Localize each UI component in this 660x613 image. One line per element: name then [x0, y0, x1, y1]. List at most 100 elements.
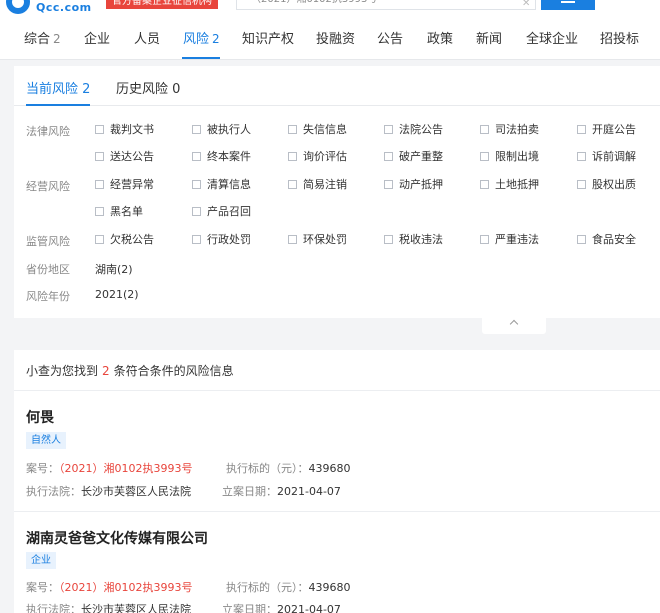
filter-option[interactable]: 黑名单 [95, 205, 143, 219]
checkbox[interactable] [384, 124, 393, 134]
case-number: 案号：（2021）湘0102执3993号 [26, 581, 193, 594]
checkbox[interactable] [577, 124, 586, 134]
checkbox[interactable] [480, 124, 489, 134]
clear-search-icon[interactable]: ✕ [522, 0, 530, 9]
filter-label-legal: 法律风险 [26, 125, 70, 138]
checkbox[interactable] [577, 234, 586, 244]
tab-news[interactable]: 新闻 [476, 28, 502, 47]
filter-option[interactable]: 土地抵押 [480, 178, 539, 192]
region-filter-value[interactable]: 湖南(2) [95, 261, 133, 277]
checkbox[interactable] [192, 206, 201, 216]
tab-policy[interactable]: 政策 [427, 28, 453, 47]
checkbox[interactable] [288, 124, 297, 134]
tab-history-risk[interactable]: 历史风险 0 [116, 78, 180, 97]
execution-amount: 执行标的（元）：439680 [226, 581, 351, 594]
tab-risk[interactable]: 风险 2 [183, 28, 220, 47]
case-number: 案号：（2021）湘0102执3993号 [26, 462, 193, 475]
checkbox[interactable] [95, 234, 104, 244]
official-badge: 官方备案企业征信机构 [106, 0, 218, 9]
collapse-filter-button[interactable] [482, 316, 546, 334]
search-button[interactable] [541, 0, 595, 10]
filter-option[interactable]: 限制出境 [480, 150, 539, 164]
checkbox[interactable] [192, 179, 201, 189]
active-tab-indicator [26, 104, 90, 106]
filing-date: 立案日期：2021-04-07 [222, 603, 341, 613]
checkbox[interactable] [288, 151, 297, 161]
tab-global-companies[interactable]: 全球企业 [526, 28, 578, 47]
result-type-tag: 企业 [26, 552, 56, 569]
tab-investment[interactable]: 投融资 [316, 28, 355, 47]
filter-option[interactable]: 裁判文书 [95, 123, 154, 137]
filter-option[interactable]: 诉前调解 [577, 150, 636, 164]
checkbox[interactable] [95, 179, 104, 189]
top-header: Qcc.com 官方备案企业征信机构 （2021）湘0102执3993号 ✕ [0, 0, 660, 14]
filter-option[interactable]: 行政处罚 [192, 233, 251, 247]
filter-option[interactable]: 送达公告 [95, 150, 154, 164]
execution-court: 执行法院：长沙市芙蓉区人民法院 [26, 485, 191, 498]
filter-option[interactable]: 动产抵押 [384, 178, 443, 192]
checkbox[interactable] [192, 151, 201, 161]
filter-panel: 当前风险 2 历史风险 0 法律风险 裁判文书 被执行人 失信信息 法院公告 司… [14, 66, 660, 318]
result-name[interactable]: 湖南灵爸爸文化传媒有限公司 [26, 528, 208, 548]
filter-label-regulatory: 监管风险 [26, 235, 70, 248]
logo-icon[interactable] [6, 0, 30, 14]
checkbox[interactable] [480, 179, 489, 189]
search-input[interactable]: （2021）湘0102执3993号 [236, 0, 536, 10]
tab-people[interactable]: 人员 [134, 28, 160, 47]
risk-tabs: 当前风险 2 历史风险 0 [14, 66, 660, 106]
active-tab-indicator [182, 57, 220, 59]
chevron-up-icon [509, 319, 519, 329]
checkbox[interactable] [480, 151, 489, 161]
filter-option[interactable]: 清算信息 [192, 178, 251, 192]
filter-option[interactable]: 被执行人 [192, 123, 251, 137]
execution-amount: 执行标的（元）：439680 [226, 462, 351, 475]
filter-option[interactable]: 法院公告 [384, 123, 443, 137]
checkbox[interactable] [192, 124, 201, 134]
category-nav: 综合 2 企业 人员 风险 2 知识产权 投融资 公告 政策 新闻 全球企业 招投标 [0, 14, 660, 60]
tab-bidding[interactable]: 招投标 [600, 28, 639, 47]
checkbox[interactable] [577, 179, 586, 189]
checkbox[interactable] [288, 234, 297, 244]
filter-option[interactable]: 经营异常 [95, 178, 154, 192]
checkbox[interactable] [384, 151, 393, 161]
filter-label-year: 风险年份 [26, 290, 70, 303]
tab-announcements[interactable]: 公告 [377, 28, 403, 47]
execution-court: 执行法院：长沙市芙蓉区人民法院 [26, 603, 191, 613]
filter-option[interactable]: 税收违法 [384, 233, 443, 247]
filter-option[interactable]: 产品召回 [192, 205, 251, 219]
filter-option[interactable]: 司法拍卖 [480, 123, 539, 137]
filing-date: 立案日期：2021-04-07 [222, 485, 341, 498]
checkbox[interactable] [480, 234, 489, 244]
tab-ip[interactable]: 知识产权 [242, 28, 294, 47]
tab-companies[interactable]: 企业 [84, 28, 110, 47]
checkbox[interactable] [95, 151, 104, 161]
checkbox[interactable] [577, 151, 586, 161]
result-card: 何畏 自然人 案号：（2021）湘0102执3993号 执行标的（元）：4396… [14, 391, 660, 511]
filter-option[interactable]: 股权出质 [577, 178, 636, 192]
checkbox[interactable] [95, 124, 104, 134]
filter-option[interactable]: 破产重整 [384, 150, 443, 164]
filter-option[interactable]: 欠税公告 [95, 233, 154, 247]
filter-option[interactable]: 询价评估 [288, 150, 347, 164]
logo-text[interactable]: Qcc.com [36, 1, 92, 14]
checkbox[interactable] [384, 179, 393, 189]
filter-option[interactable]: 严重违法 [480, 233, 539, 247]
checkbox[interactable] [384, 234, 393, 244]
filter-option[interactable]: 环保处罚 [288, 233, 347, 247]
filter-option[interactable]: 失信信息 [288, 123, 347, 137]
filter-option[interactable]: 终本案件 [192, 150, 251, 164]
result-card: 湖南灵爸爸文化传媒有限公司 企业 案号：（2021）湘0102执3993号 执行… [14, 512, 660, 613]
checkbox[interactable] [192, 234, 201, 244]
results-panel: 小查为您找到 2 条符合条件的风险信息 何畏 自然人 案号：（2021）湘0102执… [14, 350, 660, 613]
tab-current-risk[interactable]: 当前风险 2 [26, 78, 90, 97]
result-type-tag: 自然人 [26, 432, 66, 449]
result-name[interactable]: 何畏 [26, 407, 54, 427]
filter-option[interactable]: 食品安全 [577, 233, 636, 247]
checkbox[interactable] [95, 206, 104, 216]
checkbox[interactable] [288, 179, 297, 189]
year-filter-value[interactable]: 2021(2) [95, 288, 139, 301]
filter-option[interactable]: 开庭公告 [577, 123, 636, 137]
filter-option[interactable]: 简易注销 [288, 178, 347, 192]
tab-comprehensive[interactable]: 综合 2 [24, 28, 61, 47]
filter-label-region: 省份地区 [26, 263, 70, 276]
